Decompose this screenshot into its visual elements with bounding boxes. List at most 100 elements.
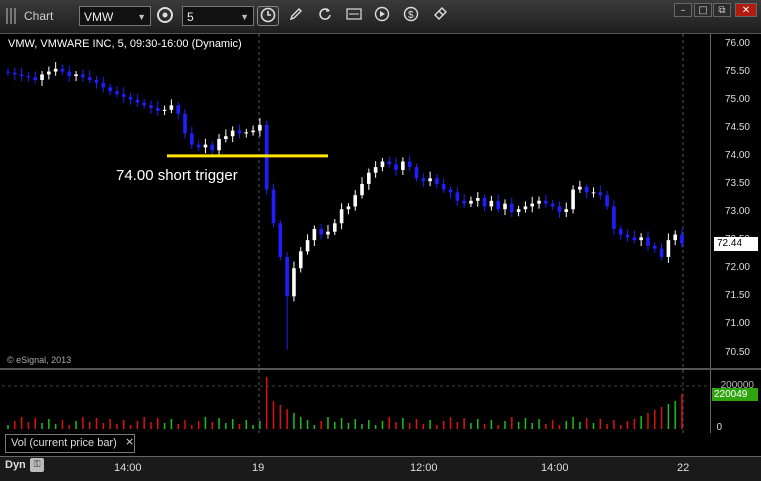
chart-title: VMW, VMWARE INC, 5, 09:30-16:00 (Dynamic… — [8, 38, 242, 50]
candle-body — [128, 96, 133, 100]
candle-body — [618, 228, 623, 235]
candle-body — [537, 200, 541, 204]
drag-grip-icon[interactable] — [4, 6, 18, 26]
study-label[interactable]: Vol (current price bar) — [5, 434, 135, 453]
candle-body — [339, 209, 344, 224]
volume-badge: 220049 — [712, 388, 758, 401]
candle-body — [482, 198, 487, 207]
candle-body — [332, 223, 337, 232]
quote-icon[interactable] — [343, 6, 365, 26]
candle-body — [666, 240, 671, 257]
close-study-icon[interactable]: × — [125, 435, 134, 448]
candle-body — [217, 139, 221, 151]
candle-body — [33, 77, 38, 81]
candle-body — [326, 231, 330, 235]
candle-body — [108, 87, 112, 92]
candle-body — [530, 203, 535, 207]
candle-body — [625, 234, 630, 238]
candle-body — [503, 203, 507, 210]
y-tick-label: 71.50 — [724, 290, 750, 302]
redo-icon[interactable] — [314, 6, 336, 26]
close-button[interactable]: ✕ — [735, 3, 757, 17]
candle-body — [550, 203, 555, 207]
y-tick-label: 74.50 — [724, 121, 750, 133]
y-tick-label: 71.00 — [724, 318, 750, 330]
candle-body — [353, 195, 358, 207]
candle-body — [680, 234, 684, 244]
chevron-down-icon[interactable]: ▼ — [240, 7, 249, 27]
candle-body — [462, 200, 466, 204]
y-tick-label: 75.50 — [724, 65, 750, 77]
x-tick-label: 22 — [677, 462, 690, 474]
candle-body — [571, 189, 575, 210]
annotation-text: 74.00 short trigger — [116, 167, 238, 184]
candle-body — [47, 71, 51, 75]
price-axis[interactable]: 76.0075.5075.0074.5074.0073.5073.0072.50… — [710, 34, 761, 368]
candle-body — [251, 130, 255, 133]
volume-chart[interactable] — [2, 370, 710, 433]
candle-body — [230, 130, 235, 137]
chevron-down-icon[interactable]: ▼ — [137, 7, 146, 27]
play-icon[interactable] — [371, 6, 393, 26]
candle-body — [639, 237, 643, 241]
y-tick-label: 73.50 — [724, 177, 750, 189]
candle-body — [407, 161, 412, 168]
clock-icon[interactable] — [257, 6, 279, 26]
y-tick-label: 72.00 — [724, 262, 750, 274]
candle-body — [509, 203, 514, 213]
y-tick-label: 76.00 — [724, 37, 750, 49]
symbol-value: VMW — [84, 10, 114, 24]
window-title: Chart — [24, 9, 54, 23]
candle-body — [142, 102, 146, 106]
candle-body — [496, 200, 500, 210]
candle-body — [60, 68, 65, 72]
candle-body — [19, 74, 24, 77]
candle-body — [101, 82, 106, 88]
candle-body — [319, 228, 323, 235]
restore-button[interactable]: ⧉ — [713, 3, 731, 17]
candle-body — [6, 71, 10, 73]
candle-body — [564, 209, 569, 213]
candle-body — [584, 186, 589, 193]
copyright-text: © eSignal, 2013 — [7, 355, 72, 365]
candle-body — [557, 206, 562, 213]
volume-zero-tick: 0 — [716, 422, 722, 433]
candle-body — [298, 251, 303, 269]
dollar-icon[interactable]: $ — [400, 6, 422, 26]
lock-icon[interactable]: ⚿ — [30, 458, 44, 472]
candle-body — [26, 76, 31, 78]
candle-body — [169, 105, 174, 110]
candle-body — [435, 178, 439, 184]
minimize-button[interactable]: – — [674, 3, 692, 17]
candle-body — [13, 72, 17, 75]
candle-body — [489, 200, 494, 207]
symbol-combo[interactable]: VMW ▼ — [79, 6, 151, 26]
candle-body — [652, 245, 657, 249]
price-chart-pane[interactable] — [2, 34, 710, 368]
volume-pane[interactable] — [2, 370, 710, 433]
x-tick-label: 14:00 — [541, 462, 569, 474]
link-icon[interactable] — [429, 6, 451, 26]
candle-body — [346, 206, 351, 210]
y-tick-label: 75.00 — [724, 93, 750, 105]
pencil-icon[interactable] — [285, 6, 307, 26]
interval-combo[interactable]: 5 ▼ — [182, 6, 254, 26]
candle-body — [87, 77, 92, 81]
candle-body — [203, 144, 208, 148]
candle-body — [605, 195, 609, 207]
volume-axis[interactable]: 200000 0 — [710, 370, 761, 433]
candle-body — [121, 94, 126, 97]
candle-body — [578, 186, 582, 190]
candle-body — [210, 144, 215, 151]
candle-body — [224, 136, 228, 140]
maximize-button[interactable]: □ — [694, 3, 712, 17]
candle-body — [394, 164, 398, 170]
candle-body — [312, 228, 317, 241]
dynamic-mode-label[interactable]: Dyn — [5, 459, 26, 471]
price-chart[interactable] — [2, 34, 710, 368]
refresh-cycle-icon[interactable] — [154, 6, 176, 26]
candle-body — [40, 74, 44, 81]
candle-body — [258, 124, 262, 131]
candle-body — [176, 105, 181, 114]
x-tick-label: 12:00 — [410, 462, 438, 474]
